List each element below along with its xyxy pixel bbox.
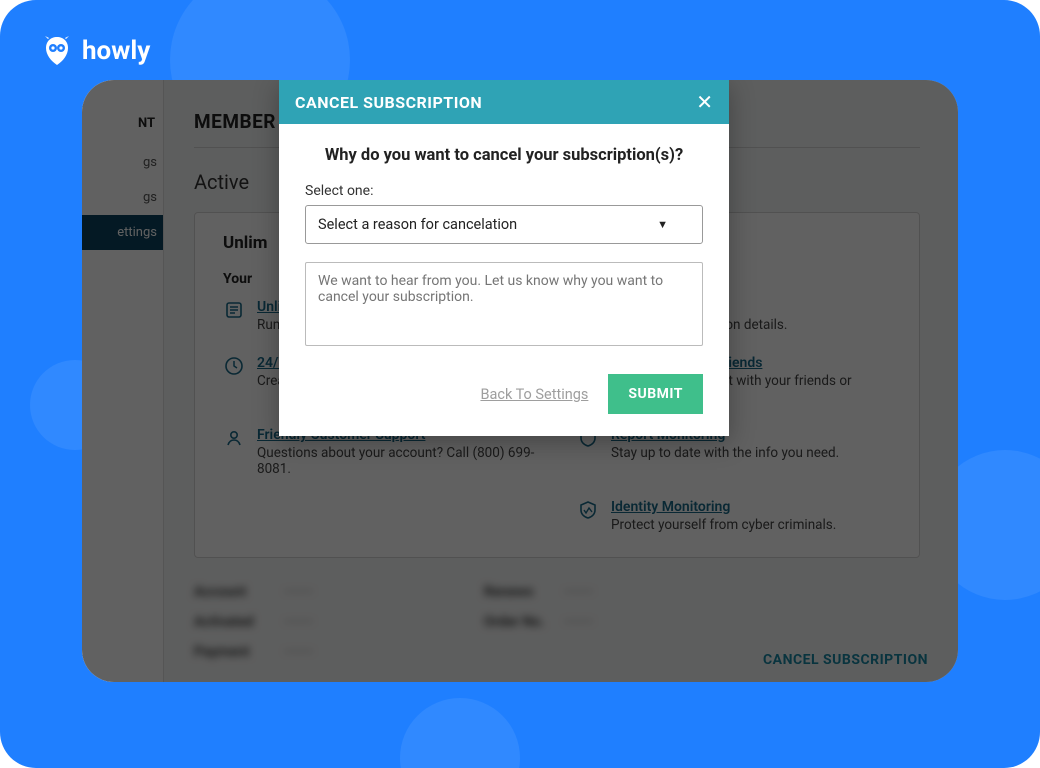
submit-button[interactable]: SUBMIT xyxy=(608,374,703,414)
close-icon[interactable]: ✕ xyxy=(696,92,713,112)
brand-name: howly xyxy=(82,36,150,66)
modal-title: CANCEL SUBSCRIPTION xyxy=(295,93,482,112)
modal-question: Why do you want to cancel your subscript… xyxy=(305,146,703,165)
owl-icon xyxy=(40,34,74,68)
cancel-reason-textarea[interactable] xyxy=(305,262,703,346)
bg-circle xyxy=(400,698,520,768)
app-panel: NT gs gs ettings MEMBER Active Unlim You… xyxy=(82,80,958,682)
cancel-subscription-modal: CANCEL SUBSCRIPTION ✕ Why do you want to… xyxy=(279,80,729,436)
modal-footer: Back To Settings SUBMIT xyxy=(279,360,729,436)
chevron-down-icon: ▼ xyxy=(657,218,668,231)
outer-frame: howly NT gs gs ettings MEMBER Active Unl… xyxy=(0,0,1040,768)
modal-body: Why do you want to cancel your subscript… xyxy=(279,124,729,360)
modal-header: CANCEL SUBSCRIPTION ✕ xyxy=(279,80,729,124)
select-placeholder: Select a reason for cancelation xyxy=(318,216,517,233)
cancel-reason-select[interactable]: Select a reason for cancelation ▼ xyxy=(305,205,703,244)
select-label: Select one: xyxy=(305,183,703,199)
brand-logo: howly xyxy=(40,34,150,68)
back-to-settings-link[interactable]: Back To Settings xyxy=(480,386,588,403)
